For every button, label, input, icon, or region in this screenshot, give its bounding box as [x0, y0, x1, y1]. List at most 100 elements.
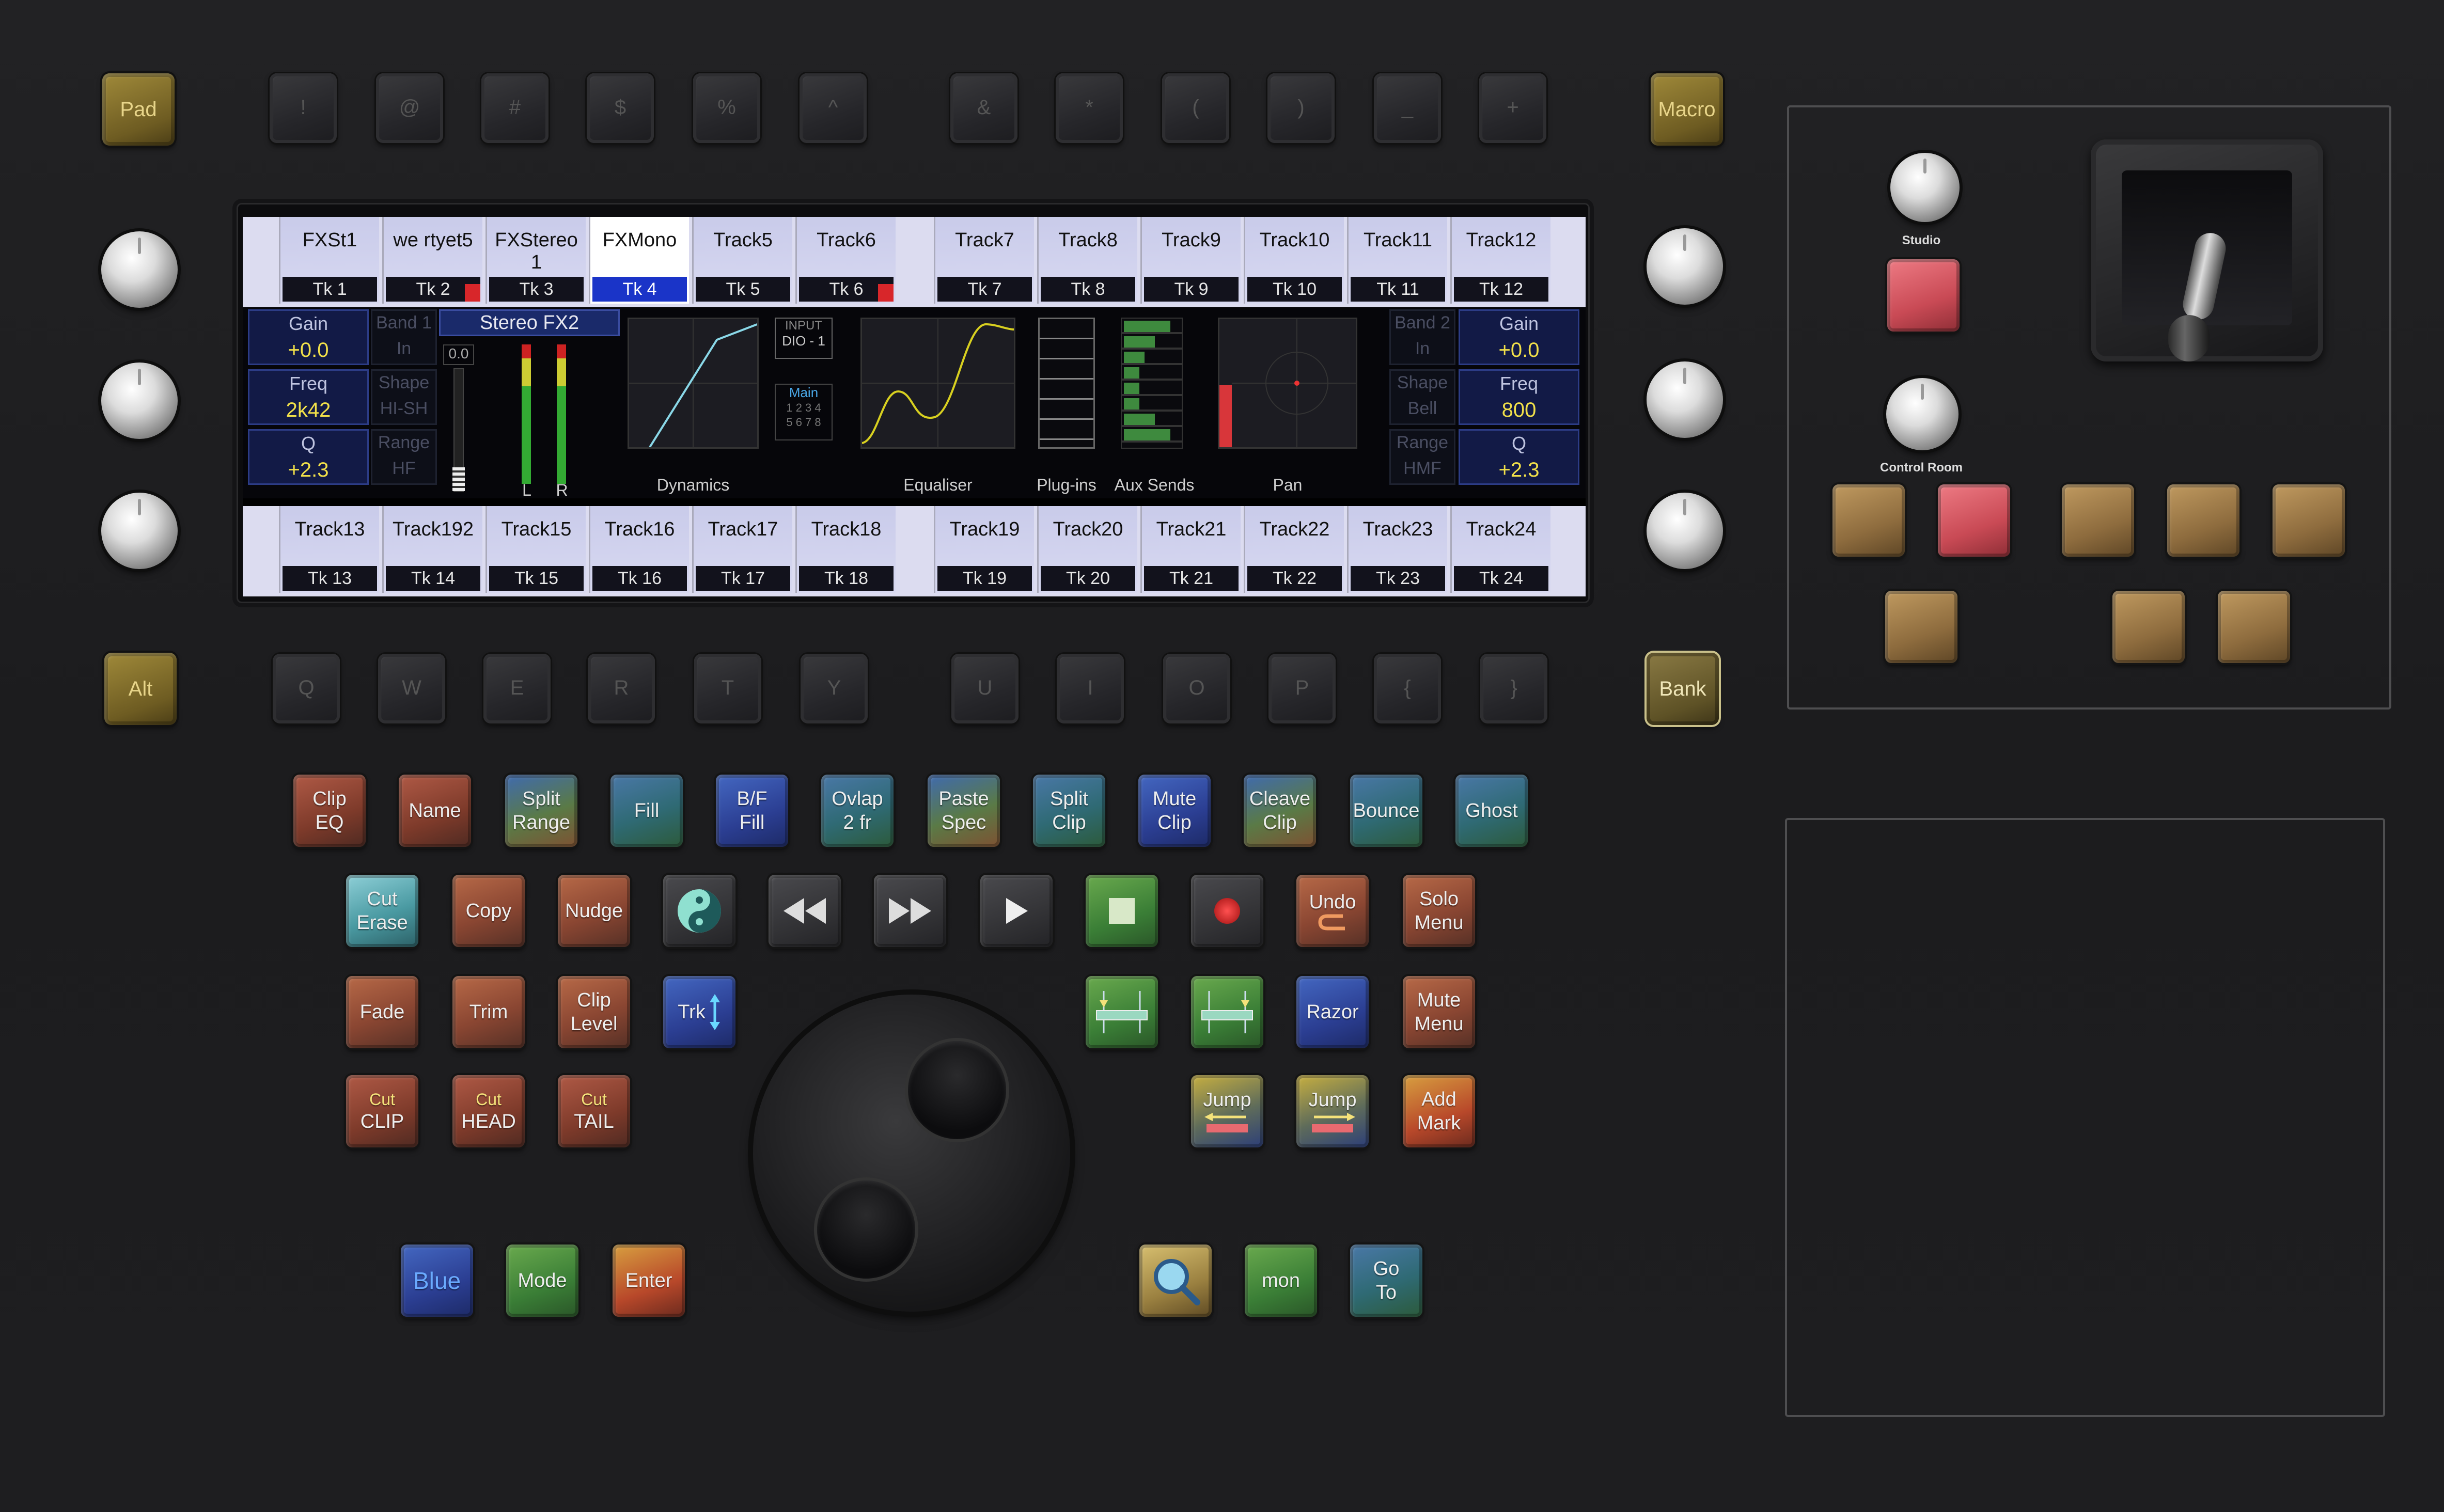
dynamics-graph[interactable]: [628, 318, 759, 449]
monitor-button-5[interactable]: [2273, 484, 2345, 557]
track-tile[interactable]: Track13 Tk 13: [279, 506, 379, 593]
studio-mute-button[interactable]: [1887, 259, 1960, 332]
lower-keycap[interactable]: E: [483, 654, 551, 723]
cleave-clip-button[interactable]: Cleave Clip: [1244, 775, 1316, 847]
clip-level-button[interactable]: Clip Level: [558, 976, 630, 1048]
track-tile[interactable]: Track9 Tk 9: [1140, 217, 1241, 304]
main-routing[interactable]: Main 1 2 3 4 5 6 7 8: [775, 384, 833, 440]
right-gain-param[interactable]: Gain +0.0: [1459, 309, 1579, 365]
track-tile[interactable]: Track192 Tk 14: [382, 506, 482, 593]
right-band-param[interactable]: Band 2 In: [1389, 309, 1455, 365]
rewind-button[interactable]: [769, 875, 841, 947]
bf-fill-button[interactable]: B/F Fill: [716, 775, 788, 847]
top-keycap[interactable]: ): [1267, 73, 1335, 143]
monitor-button-3[interactable]: [2062, 484, 2134, 557]
track-tile[interactable]: we rtyet5 Tk 2: [382, 217, 482, 304]
mode-button[interactable]: Mode: [506, 1245, 578, 1317]
top-keycap[interactable]: !: [270, 73, 337, 143]
track-tile[interactable]: Track8 Tk 8: [1037, 217, 1137, 304]
bounce-button[interactable]: Bounce: [1350, 775, 1422, 847]
track-tile[interactable]: FXStereo 1 Tk 3: [485, 217, 586, 304]
name-button[interactable]: Name: [399, 775, 471, 847]
track-tile[interactable]: Track11 Tk 11: [1347, 217, 1447, 304]
lower-keycap[interactable]: W: [378, 654, 445, 723]
cut-clip-button[interactable]: Cut CLIP: [346, 1075, 418, 1147]
monitor-button-4[interactable]: [2167, 484, 2239, 557]
split-range-button[interactable]: Split Range: [505, 775, 577, 847]
plugins-slots[interactable]: [1038, 318, 1095, 449]
fade-button[interactable]: Fade: [346, 976, 418, 1048]
monitor-button-2[interactable]: [1938, 484, 2010, 557]
lower-keycap[interactable]: I: [1057, 654, 1124, 723]
monitor-button-7[interactable]: [2112, 591, 2185, 663]
solo-menu-button[interactable]: Solo Menu: [1403, 875, 1475, 947]
top-keycap[interactable]: %: [693, 73, 760, 143]
pan-display[interactable]: [1218, 318, 1357, 449]
track-tile-selected[interactable]: FXMono Tk 4: [589, 217, 689, 304]
cut-tail-button[interactable]: Cut TAIL: [558, 1075, 630, 1147]
macro-button[interactable]: Macro: [1651, 73, 1723, 146]
track-tile[interactable]: Track7 Tk 7: [934, 217, 1034, 304]
lower-keycap[interactable]: T: [694, 654, 761, 723]
play-button[interactable]: [980, 875, 1053, 947]
add-mark-button[interactable]: Add Mark: [1403, 1075, 1475, 1147]
jump-left-button[interactable]: Jump: [1191, 1075, 1263, 1147]
left-freq-param[interactable]: Freq 2k42: [248, 369, 369, 425]
track-tile[interactable]: Track21 Tk 21: [1140, 506, 1241, 593]
search-button[interactable]: [1139, 1245, 1212, 1317]
jump-right-button[interactable]: Jump: [1296, 1075, 1369, 1147]
top-keycap[interactable]: *: [1056, 73, 1123, 143]
track-tile[interactable]: Track15 Tk 15: [485, 506, 586, 593]
track-tile[interactable]: Track19 Tk 19: [934, 506, 1034, 593]
stop-button[interactable]: [1086, 875, 1158, 947]
right-q-param[interactable]: Q +2.3: [1459, 429, 1579, 485]
top-keycap[interactable]: (: [1162, 73, 1229, 143]
mute-menu-button[interactable]: Mute Menu: [1403, 976, 1475, 1048]
fader-track[interactable]: [452, 368, 465, 492]
scrub-button[interactable]: [663, 875, 735, 947]
top-keycap[interactable]: &: [950, 73, 1017, 143]
control-room-volume-knob[interactable]: [1886, 378, 1959, 450]
left-encoder-3[interactable]: [101, 493, 178, 569]
razor-button[interactable]: Razor: [1296, 976, 1369, 1048]
top-keycap[interactable]: @: [376, 73, 443, 143]
right-range-param[interactable]: Range HMF: [1389, 429, 1455, 485]
aux-sends-meter[interactable]: [1121, 318, 1183, 449]
undo-button[interactable]: Undo: [1296, 875, 1369, 947]
clip-eq-button[interactable]: Clip EQ: [293, 775, 366, 847]
lower-keycap[interactable]: {: [1374, 654, 1441, 723]
top-keycap[interactable]: ^: [800, 73, 867, 143]
left-range-param[interactable]: Range HF: [371, 429, 437, 485]
lower-keycap[interactable]: O: [1163, 654, 1230, 723]
right-freq-param[interactable]: Freq 800: [1459, 369, 1579, 425]
top-keycap[interactable]: _: [1374, 73, 1441, 143]
top-keycap[interactable]: #: [481, 73, 549, 143]
paste-spec-button[interactable]: Paste Spec: [928, 775, 1000, 847]
record-button[interactable]: [1191, 875, 1263, 947]
pad-button[interactable]: Pad: [102, 73, 175, 146]
monitor-button-8[interactable]: [2218, 591, 2290, 663]
jog-wheel[interactable]: [753, 995, 1070, 1312]
lower-keycap[interactable]: P: [1268, 654, 1336, 723]
top-keycap[interactable]: $: [587, 73, 654, 143]
left-q-param[interactable]: Q +2.3: [248, 429, 369, 485]
track-tile[interactable]: Track16 Tk 16: [589, 506, 689, 593]
track-tile[interactable]: Track22 Tk 22: [1244, 506, 1344, 593]
right-encoder-2[interactable]: [1647, 361, 1723, 438]
left-band-param[interactable]: Band 1 In: [371, 309, 437, 365]
eq-graph[interactable]: [860, 318, 1015, 449]
trim-button[interactable]: Trim: [452, 976, 525, 1048]
right-shape-param[interactable]: Shape Bell: [1389, 369, 1455, 425]
track-tile[interactable]: Track6 Tk 6: [795, 217, 896, 304]
input-box[interactable]: INPUT DIO - 1: [775, 318, 833, 359]
fill-button[interactable]: Fill: [610, 775, 683, 847]
zoom-in-button[interactable]: [1086, 976, 1158, 1048]
studio-volume-knob[interactable]: [1890, 153, 1960, 222]
lower-keycap[interactable]: Y: [801, 654, 868, 723]
track-tile[interactable]: Track10 Tk 10: [1244, 217, 1344, 304]
left-gain-param[interactable]: Gain +0.0: [248, 309, 369, 365]
track-height-button[interactable]: Trk: [663, 976, 735, 1048]
copy-button[interactable]: Copy: [452, 875, 525, 947]
lower-keycap[interactable]: }: [1480, 654, 1547, 723]
track-tile[interactable]: Track17 Tk 17: [692, 506, 792, 593]
